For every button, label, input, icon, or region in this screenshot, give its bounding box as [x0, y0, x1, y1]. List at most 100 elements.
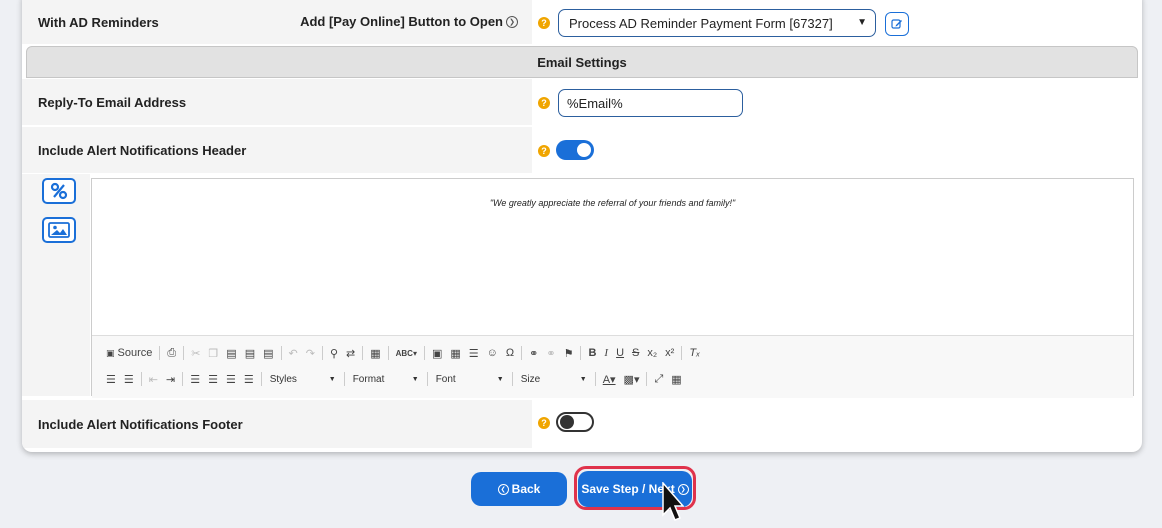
align-right-icon[interactable]: ☰: [222, 370, 240, 388]
horizontal-line-icon[interactable]: ☰: [465, 344, 483, 362]
editor-text: "We greatly appreciate the referral of y…: [489, 198, 736, 208]
size-dropdown[interactable]: Size ▼: [516, 370, 592, 388]
toolbar-separator: [646, 372, 648, 386]
toolbar-separator: [182, 372, 184, 386]
show-blocks-icon[interactable]: ▦: [667, 370, 685, 388]
reply-to-row: Reply-To Email Address: [22, 79, 532, 125]
toolbar-separator: [580, 346, 582, 360]
select-all-icon[interactable]: ▦: [366, 344, 384, 362]
toggle-knob: [560, 415, 574, 429]
toolbar-separator: [423, 346, 425, 360]
alert-footer-toggle[interactable]: [556, 412, 594, 432]
styles-label: Styles: [269, 373, 297, 385]
background-color-icon[interactable]: ▩▾: [620, 370, 644, 388]
insert-image-button[interactable]: [42, 217, 76, 243]
insert-tools-panel: [22, 174, 90, 396]
payment-form-select[interactable]: Process AD Reminder Payment Form [67327]…: [558, 9, 876, 37]
remove-format-icon[interactable]: Tₓ: [685, 344, 704, 362]
paste-word-icon[interactable]: ▤: [259, 344, 277, 362]
mouse-cursor-icon: [662, 482, 684, 521]
justify-icon[interactable]: ☰: [240, 370, 258, 388]
toolbar-separator: [343, 372, 345, 386]
toolbar-row-2: ☰ ☰ ⇤ ⇥ ☰ ☰ ☰ ☰ Styles ▼ Format ▼ Font ▼ Si…: [102, 368, 1123, 390]
insert-merge-field-button[interactable]: [42, 178, 76, 204]
styles-dropdown[interactable]: Styles ▼: [265, 370, 341, 388]
superscript-icon[interactable]: x²: [661, 344, 678, 362]
indent-icon[interactable]: ⇥: [162, 370, 179, 388]
bulleted-list-icon[interactable]: ☰: [120, 370, 138, 388]
cut-icon[interactable]: ✂: [187, 344, 204, 362]
toolbar-separator: [387, 346, 389, 360]
with-ad-reminders-label: With AD Reminders: [38, 14, 159, 30]
smiley-icon[interactable]: ☺: [483, 344, 502, 362]
paste-text-icon[interactable]: ▤: [241, 344, 259, 362]
undo-icon[interactable]: ↶: [285, 344, 302, 362]
table-icon[interactable]: ▦: [446, 344, 464, 362]
image-icon[interactable]: ▣: [428, 344, 446, 362]
align-left-icon[interactable]: ☰: [186, 370, 204, 388]
text-color-icon[interactable]: A▾: [599, 370, 620, 388]
toolbar-separator: [362, 346, 364, 360]
alert-footer-row: Include Alert Notifications Footer: [22, 400, 532, 448]
help-icon[interactable]: ?: [538, 17, 550, 29]
editor-content-area[interactable]: "We greatly appreciate the referral of y…: [92, 179, 1133, 335]
edit-icon: [891, 19, 902, 29]
font-dropdown[interactable]: Font ▼: [431, 370, 509, 388]
print-icon[interactable]: ⎙: [163, 344, 180, 362]
pay-online-label-group: Add [Pay Online] Button to Open ❯: [300, 14, 518, 29]
arrow-circle-icon: ❯: [506, 15, 518, 28]
toolbar-separator: [511, 372, 513, 386]
replace-icon[interactable]: ⇄: [342, 344, 359, 362]
align-center-icon[interactable]: ☰: [204, 370, 222, 388]
reply-to-value: %Email%: [567, 95, 623, 111]
format-dropdown[interactable]: Format ▼: [348, 370, 424, 388]
chevron-down-icon: ▼: [579, 375, 587, 383]
image-icon: [48, 222, 70, 238]
chevron-down-icon: ▼: [411, 375, 419, 383]
copy-icon[interactable]: ❐: [204, 344, 222, 362]
outdent-icon[interactable]: ⇤: [145, 370, 162, 388]
find-icon[interactable]: ⚲: [326, 344, 342, 362]
help-icon[interactable]: ?: [538, 145, 550, 157]
strikethrough-icon[interactable]: S: [628, 344, 643, 362]
special-char-icon[interactable]: Ω: [502, 344, 518, 362]
chevron-down-icon: ▼: [328, 375, 336, 383]
redo-icon[interactable]: ↷: [302, 344, 319, 362]
toolbar-separator: [140, 372, 142, 386]
toolbar-separator: [159, 346, 161, 360]
settings-card: With AD Reminders Add [Pay Online] Butto…: [22, 0, 1142, 452]
paste-icon[interactable]: ▤: [222, 344, 240, 362]
editor-toolbar: ◢ ▣Source ⎙ ✂ ❐ ▤ ▤ ▤ ↶ ↷ ⚲ ⇄ ▦ ABC: [92, 335, 1133, 398]
subscript-icon[interactable]: x₂: [643, 344, 661, 362]
anchor-flag-icon[interactable]: ⚑: [560, 344, 578, 362]
alert-footer-label: Include Alert Notifications Footer: [38, 416, 243, 432]
rich-text-editor: "We greatly appreciate the referral of y…: [91, 178, 1134, 398]
maximize-icon[interactable]: ⤢: [650, 370, 667, 388]
bold-icon[interactable]: B: [584, 344, 600, 362]
pay-online-label: Add [Pay Online] Button to Open: [300, 14, 503, 29]
spellcheck-icon[interactable]: ABC▾: [392, 344, 421, 362]
toolbar-separator: [280, 346, 282, 360]
reply-to-input[interactable]: %Email%: [558, 89, 743, 117]
back-button[interactable]: ❮ Back: [471, 472, 567, 506]
back-arrow-icon: ❮: [497, 483, 509, 495]
help-icon[interactable]: ?: [538, 417, 550, 429]
numbered-list-icon[interactable]: ☰: [102, 370, 120, 388]
help-icon[interactable]: ?: [538, 97, 550, 109]
toolbar-separator: [260, 372, 262, 386]
edit-form-button[interactable]: [885, 12, 909, 36]
underline-icon[interactable]: U: [612, 344, 628, 362]
toggle-knob: [577, 143, 591, 157]
source-label: Source: [117, 347, 153, 359]
percent-icon: [50, 182, 68, 200]
section-title: Email Settings: [537, 54, 627, 70]
format-label: Format: [352, 373, 385, 385]
source-button[interactable]: ▣ Source: [102, 344, 156, 362]
link-icon[interactable]: ⚭: [525, 344, 542, 362]
alert-header-toggle[interactable]: [556, 140, 594, 160]
chevron-down-icon: ▼: [857, 17, 867, 28]
toolbar-separator: [521, 346, 523, 360]
unlink-icon[interactable]: ⚭: [542, 344, 559, 362]
italic-icon[interactable]: I: [600, 344, 612, 362]
size-label: Size: [520, 373, 541, 385]
